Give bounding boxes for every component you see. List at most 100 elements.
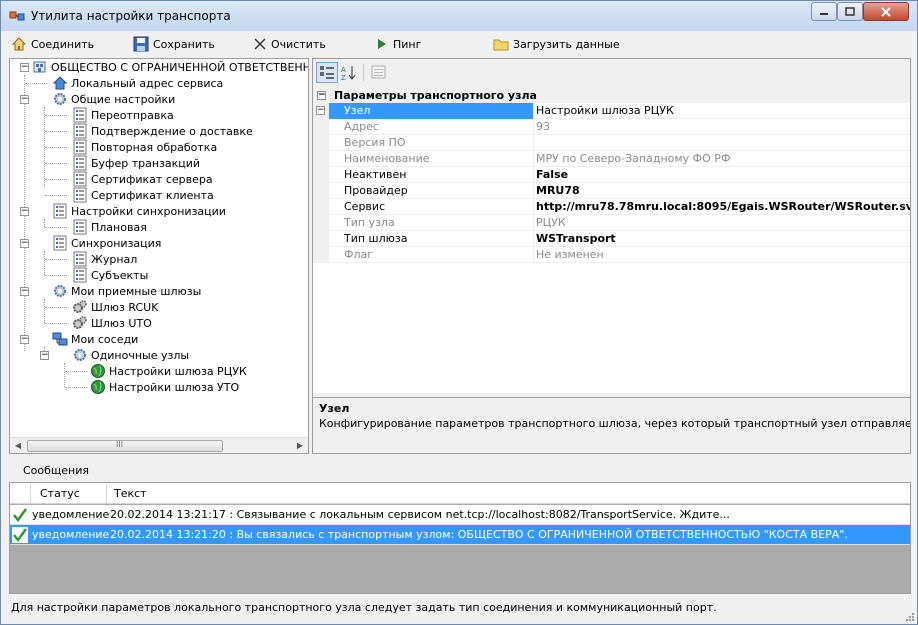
collapse-toggle[interactable]: −	[317, 90, 326, 100]
resize-grip-icon[interactable]	[905, 612, 915, 622]
tree-node-journal[interactable]: Журнал	[72, 251, 137, 267]
property-value[interactable]: MRU78	[536, 183, 910, 199]
tree-node-delivery-confirm[interactable]: Подтверждение о доставке	[72, 123, 253, 139]
tree-node-gateways[interactable]: Мои приемные шлюзы	[52, 283, 201, 299]
column-splitter[interactable]	[533, 135, 534, 151]
tree-node-neighbors[interactable]: Мои соседи	[52, 331, 138, 347]
property-row-node[interactable]: − Узел Настройки шлюза РЦУК	[313, 103, 910, 119]
expand-toggle[interactable]: −	[20, 239, 29, 248]
property-pages-button[interactable]	[368, 62, 390, 83]
property-value[interactable]	[536, 135, 910, 151]
tree-horizontal-scrollbar[interactable]: ◀ III ▶	[10, 437, 308, 453]
property-row-name[interactable]: Наименование МРУ по Северо-Западному ФО …	[313, 151, 910, 167]
column-splitter[interactable]	[533, 231, 534, 247]
tree-line	[44, 251, 45, 275]
categorized-button[interactable]	[316, 62, 338, 83]
column-header-status[interactable]: Статус	[40, 487, 80, 500]
minimize-button[interactable]	[811, 2, 837, 21]
property-value[interactable]: Не изменен	[536, 247, 910, 263]
column-splitter[interactable]	[533, 151, 534, 167]
tree-node-tx-buffer[interactable]: Буфер транзакций	[72, 155, 200, 171]
tree-node-label: Локальный адрес сервиса	[71, 76, 224, 90]
property-row-inactive[interactable]: Неактивен False	[313, 167, 910, 183]
property-row-provider[interactable]: Провайдер MRU78	[313, 183, 910, 199]
property-value[interactable]: http://mru78.78mru.local:8095/Egais.WSRo…	[536, 199, 910, 215]
message-status: уведомление	[32, 508, 110, 521]
column-splitter[interactable]	[533, 247, 534, 263]
tree-node-resend[interactable]: Переотправка	[72, 107, 174, 123]
property-category[interactable]: − Параметры транспортного узла	[313, 87, 910, 103]
property-row-flag[interactable]: Флаг Не изменен	[313, 247, 910, 263]
property-value[interactable]: 93	[536, 119, 910, 135]
clear-button[interactable]: Очистить	[251, 35, 328, 53]
close-button[interactable]	[863, 2, 909, 21]
toolbar-divider	[363, 64, 364, 81]
tree-node-server-cert[interactable]: Сертификат сервера	[72, 171, 213, 187]
column-splitter[interactable]	[533, 119, 534, 135]
row-gutter	[313, 231, 329, 247]
save-button[interactable]: Сохранить	[131, 35, 217, 53]
connect-button[interactable]: Соединить	[9, 35, 96, 53]
scroll-thumb[interactable]: III	[27, 440, 223, 452]
property-row-address[interactable]: Адрес 93	[313, 119, 910, 135]
column-splitter[interactable]	[533, 103, 534, 119]
expand-toggle[interactable]: −	[20, 63, 29, 72]
scroll-right-icon[interactable]: ▶	[293, 440, 307, 452]
tree-node-sync[interactable]: Синхронизация	[52, 235, 161, 251]
property-pages-icon	[371, 65, 386, 79]
message-row[interactable]: уведомление 20.02.2014 13:21:17 : Связыв…	[10, 505, 910, 525]
property-value[interactable]: WSTransport	[536, 231, 910, 247]
expand-toggle[interactable]: −	[20, 335, 29, 344]
tree-node-subjects[interactable]: Субъекты	[72, 267, 148, 283]
tree-node-local-address[interactable]: Локальный адрес сервиса	[52, 75, 223, 91]
clear-label: Очистить	[271, 37, 326, 51]
tree-node-reprocess[interactable]: Повторная обработка	[72, 139, 217, 155]
expand-toggle[interactable]: −	[40, 351, 49, 360]
expand-toggle[interactable]: −	[20, 95, 29, 104]
column-header-text[interactable]: Текст	[114, 487, 147, 500]
ping-button[interactable]: Пинг	[373, 35, 423, 53]
maximize-button[interactable]	[837, 2, 863, 21]
load-data-button[interactable]: Загрузить данные	[491, 35, 622, 53]
maximize-icon	[845, 7, 855, 16]
property-value[interactable]: Настройки шлюза РЦУК	[536, 103, 910, 119]
tree-node-label: Настройки шлюза УТО	[109, 380, 240, 394]
property-value[interactable]: РЦУК	[536, 215, 910, 231]
tree-line	[45, 323, 67, 324]
tree-node-general[interactable]: Общие настройки	[52, 91, 175, 107]
column-splitter[interactable]	[533, 215, 534, 231]
column-splitter[interactable]	[533, 199, 534, 215]
tree-node-gateway-settings-uto[interactable]: Настройки шлюза УТО	[90, 379, 239, 395]
property-row-node-type[interactable]: Тип узла РЦУК	[313, 215, 910, 231]
column-splitter[interactable]	[533, 167, 534, 183]
tree-line	[45, 147, 67, 148]
tree-node-single-nodes[interactable]: Одиночные узлы	[72, 347, 189, 363]
settings-tree[interactable]: − ОБЩЕСТВО С ОГРАНИЧЕННОЙ ОТВЕТСТВЕННОСТ…	[9, 58, 309, 454]
tree-node-client-cert[interactable]: Сертификат клиента	[72, 187, 214, 203]
column-splitter[interactable]	[533, 183, 534, 199]
tree-node-sync-settings[interactable]: Настройки синхронизации	[52, 203, 226, 219]
messages-list[interactable]: Статус Текст уведомление 20.02.2014 13:2…	[9, 482, 911, 594]
scroll-left-icon[interactable]: ◀	[11, 440, 25, 452]
message-row-selected[interactable]: уведомление 20.02.2014 13:21:20 : Вы свя…	[10, 525, 910, 545]
expand-toggle[interactable]: −	[20, 287, 29, 296]
property-value[interactable]: МРУ по Северо-Западному ФО РФ	[536, 151, 910, 167]
tree-node-gateway-uto[interactable]: Шлюз UTO	[72, 315, 152, 331]
property-row-version[interactable]: Версия ПО	[313, 135, 910, 151]
check-icon	[12, 527, 28, 543]
property-name: Провайдер	[344, 184, 408, 197]
expand-toggle[interactable]: −	[20, 207, 29, 216]
tree-node-gateway-rcuk[interactable]: Шлюз RCUK	[72, 299, 158, 315]
expand-toggle[interactable]: −	[316, 106, 325, 115]
property-row-gateway-type[interactable]: Тип шлюза WSTransport	[313, 231, 910, 247]
property-name: Неактивен	[344, 168, 407, 181]
tree-node-label: Общие настройки	[71, 92, 176, 106]
tree-node-scheduled[interactable]: Плановая	[72, 219, 147, 235]
tree-line	[45, 259, 67, 260]
property-row-service[interactable]: Сервис http://mru78.78mru.local:8095/Ega…	[313, 199, 910, 215]
property-value[interactable]: False	[536, 167, 910, 183]
tree-line	[25, 83, 47, 84]
alphabetical-button[interactable]: AZ	[338, 62, 360, 83]
tree-node-gateway-settings-rcuk[interactable]: Настройки шлюза РЦУК	[90, 363, 247, 379]
tree-node-root[interactable]: ОБЩЕСТВО С ОГРАНИЧЕННОЙ ОТВЕТСТВЕННОСТЬЮ…	[32, 59, 308, 75]
